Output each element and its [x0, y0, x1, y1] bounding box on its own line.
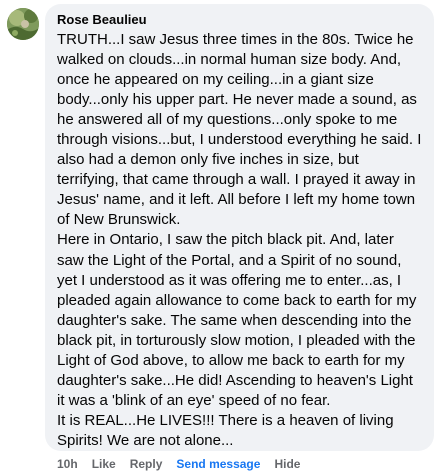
reply-button[interactable]: Reply — [130, 456, 163, 472]
hide-button[interactable]: Hide — [274, 456, 300, 472]
profile-photo-icon — [7, 8, 39, 40]
comment: Rose Beaulieu TRUTH...I saw Jesus three … — [0, 0, 448, 474]
avatar[interactable] — [7, 8, 39, 40]
comment-text: TRUTH...I saw Jesus three times in the 8… — [57, 31, 422, 449]
send-message-link[interactable]: Send message — [176, 456, 260, 472]
comment-author[interactable]: Rose Beaulieu — [57, 12, 422, 28]
comment-actions: 10h Like Reply Send message Hide — [57, 456, 314, 472]
comment-bubble: Rose Beaulieu TRUTH...I saw Jesus three … — [45, 4, 434, 451]
like-button[interactable]: Like — [92, 456, 116, 472]
comment-timestamp[interactable]: 10h — [57, 456, 78, 472]
